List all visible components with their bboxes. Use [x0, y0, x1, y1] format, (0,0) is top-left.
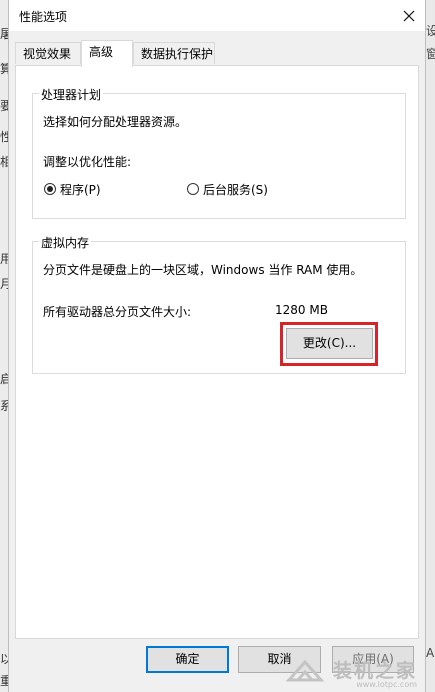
group-legend: 虚拟内存: [39, 234, 92, 251]
processor-scheduling-group: 处理器计划 选择如何分配处理器资源。 调整以优化性能: 程序(P) 后台服务(S…: [32, 86, 406, 219]
watermark-logo-icon: [285, 659, 325, 682]
change-button[interactable]: 更改(C)...: [286, 328, 373, 359]
background-fragment: 设: [426, 24, 435, 38]
background-fragment: A: [426, 646, 435, 660]
tab-panel-advanced: 处理器计划 选择如何分配处理器资源。 调整以优化性能: 程序(P) 后台服务(S…: [15, 65, 419, 639]
group-legend: 处理器计划: [39, 86, 104, 103]
ok-button[interactable]: 确定: [146, 646, 229, 673]
dialog-title: 性能选项: [19, 10, 68, 24]
radio-indicator: [187, 183, 199, 195]
close-button[interactable]: [397, 4, 421, 28]
cpu-description: 选择如何分配处理器资源。: [43, 115, 188, 129]
radio-background-services[interactable]: 后台服务(S): [187, 182, 287, 198]
tab-data-execution-prevention[interactable]: 数据执行保护: [133, 42, 215, 64]
tab-advanced[interactable]: 高级: [81, 40, 133, 67]
radio-indicator: [44, 183, 56, 195]
background-fragment: 窗: [426, 47, 435, 61]
watermark-logo-text: 装机之家: [332, 660, 417, 682]
tab-visual-effects[interactable]: 视觉效果: [15, 42, 81, 64]
background-window-right: 设 窗 A: [425, 0, 435, 692]
title-bar: 性能选项: [9, 0, 425, 31]
radio-programs[interactable]: 程序(P): [44, 182, 119, 198]
radio-label: 程序(P): [60, 183, 101, 197]
radio-label: 后台服务(S): [203, 183, 268, 197]
close-icon: [403, 10, 415, 22]
paging-file-size-value: 1280 MB: [275, 303, 328, 317]
performance-options-dialog: 性能选项 视觉效果 高级 数据执行保护 处理器计划 选择如何分配处理器资源。 调…: [8, 0, 426, 692]
optimize-label: 调整以优化性能:: [43, 155, 132, 169]
paging-file-size-label: 所有驱动器总分页文件大小:: [43, 305, 192, 319]
watermark: 装机之家 www.lotpc.com: [285, 656, 417, 689]
virtual-memory-description: 分页文件是硬盘上的一块区域，Windows 当作 RAM 使用。: [43, 263, 363, 277]
